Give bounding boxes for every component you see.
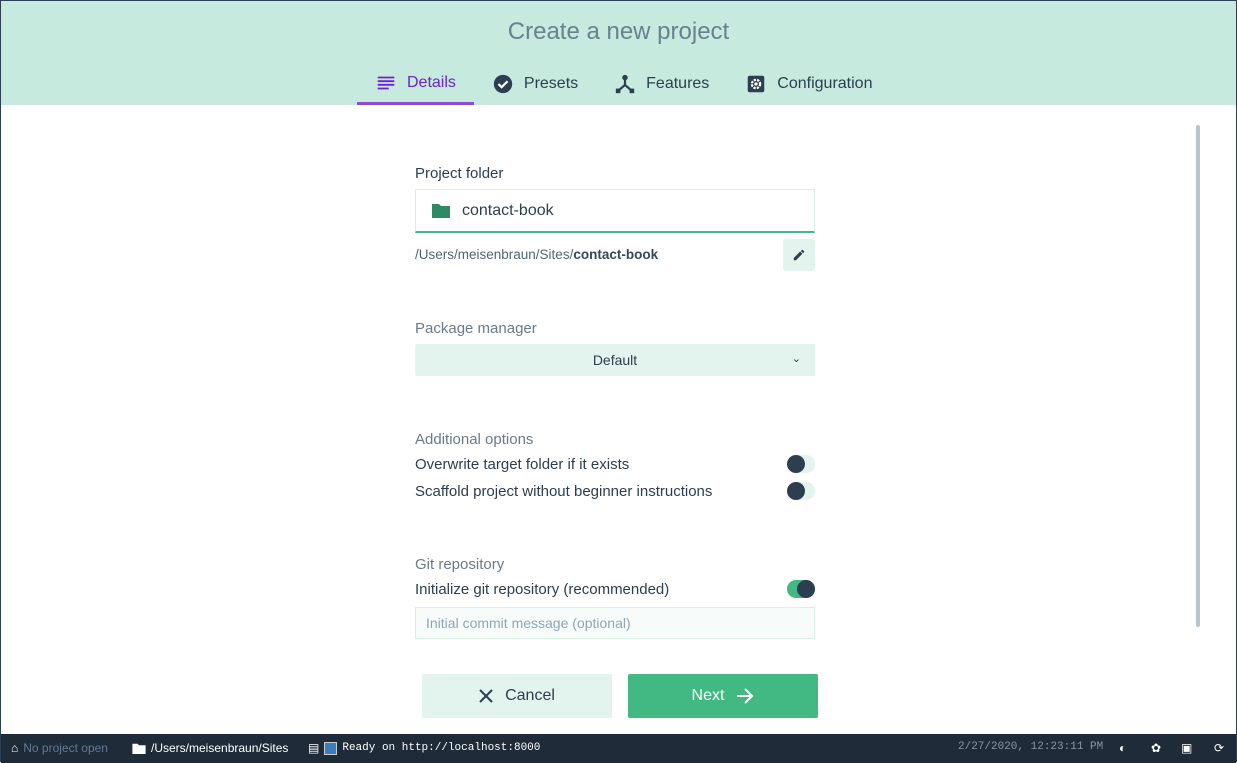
option-label: Scaffold project without beginner instru… [415, 482, 713, 500]
git-init-toggle[interactable] [787, 580, 815, 598]
dark-mode-icon[interactable]: ◐ [1119, 741, 1126, 755]
cwd-status[interactable]: /Users/meisenbraun/Sites [132, 741, 288, 755]
project-folder-input[interactable]: contact-book [415, 189, 815, 233]
folder-icon [432, 204, 450, 218]
git-repository-label: Git repository [415, 556, 505, 573]
tab-label: Details [407, 73, 456, 91]
check-circle-icon [493, 74, 513, 94]
cancel-button[interactable]: Cancel [422, 674, 612, 718]
project-folder-label: Project folder [415, 165, 504, 182]
tab-features[interactable]: Features [596, 63, 727, 105]
refresh-icon[interactable]: ⟳ [1214, 741, 1224, 755]
tab-label: Features [646, 75, 710, 92]
clock: 2/27/2020, 12:23:11 PM [958, 741, 1104, 753]
log-status[interactable]: ▤ Ready on http://localhost:8000 [308, 741, 540, 755]
close-icon [479, 689, 493, 703]
bug-icon[interactable]: ✿ [1151, 741, 1161, 755]
select-value: Default [592, 352, 638, 368]
option-git-init: Initialize git repository (recommended) [415, 580, 815, 598]
folder-icon [132, 743, 146, 754]
tab-label: Configuration [777, 75, 873, 92]
cwd-label: /Users/meisenbraun/Sites [151, 741, 289, 755]
commit-message-input[interactable]: Initial commit message (optional) [415, 607, 815, 639]
package-manager-label: Package manager [415, 320, 537, 337]
tab-label: Presets [523, 75, 579, 92]
log-message: Ready on http://localhost:8000 [342, 742, 541, 754]
project-status[interactable]: ⌂ No project open [11, 741, 108, 755]
translate-icon[interactable]: ▣ [1181, 741, 1192, 755]
arrow-right-icon [737, 688, 754, 704]
cancel-label: Cancel [505, 687, 555, 704]
tab-bar: Details Presets Features Configuration [357, 63, 890, 105]
status-bar: ⌂ No project open /Users/meisenbraun/Site… [1, 734, 1236, 763]
list-icon [377, 76, 395, 89]
chevron-down-icon: ⌄ [791, 353, 801, 365]
pencil-icon [793, 249, 805, 261]
project-label: No project open [23, 741, 108, 755]
path-prefix: /Users/meisenbraun/Sites/ [415, 247, 574, 262]
edit-path-button[interactable] [783, 239, 815, 271]
project-folder-value: contact-book [462, 201, 554, 219]
path-name: contact-book [573, 247, 659, 262]
tab-presets[interactable]: Presets [474, 63, 596, 105]
option-scaffold: Scaffold project without beginner instru… [415, 482, 815, 500]
package-manager-select[interactable]: Default ⌄ [415, 344, 815, 376]
additional-options-label: Additional options [415, 431, 534, 448]
scrollbar[interactable] [1196, 125, 1200, 627]
gear-icon [748, 75, 765, 93]
tab-details[interactable]: Details [357, 63, 474, 105]
project-path: /Users/meisenbraun/Sites/contact-book [415, 247, 658, 262]
option-overwrite: Overwrite target folder if it exists [415, 455, 815, 473]
console-icon: ▤ [308, 741, 320, 755]
option-label: Initialize git repository (recommended) [415, 580, 670, 598]
home-icon: ⌂ [11, 741, 19, 755]
header: Create a new project Details Presets Fea… [1, 1, 1236, 105]
next-label: Next [691, 687, 725, 704]
option-label: Overwrite target folder if it exists [415, 455, 630, 473]
scaffold-toggle[interactable] [787, 482, 815, 500]
log-type-icon [324, 741, 338, 755]
overwrite-toggle[interactable] [787, 455, 815, 473]
tab-configuration[interactable]: Configuration [727, 63, 890, 105]
fork-icon [615, 74, 635, 94]
next-button[interactable]: Next [628, 674, 818, 718]
page-title: Create a new project [507, 18, 730, 45]
